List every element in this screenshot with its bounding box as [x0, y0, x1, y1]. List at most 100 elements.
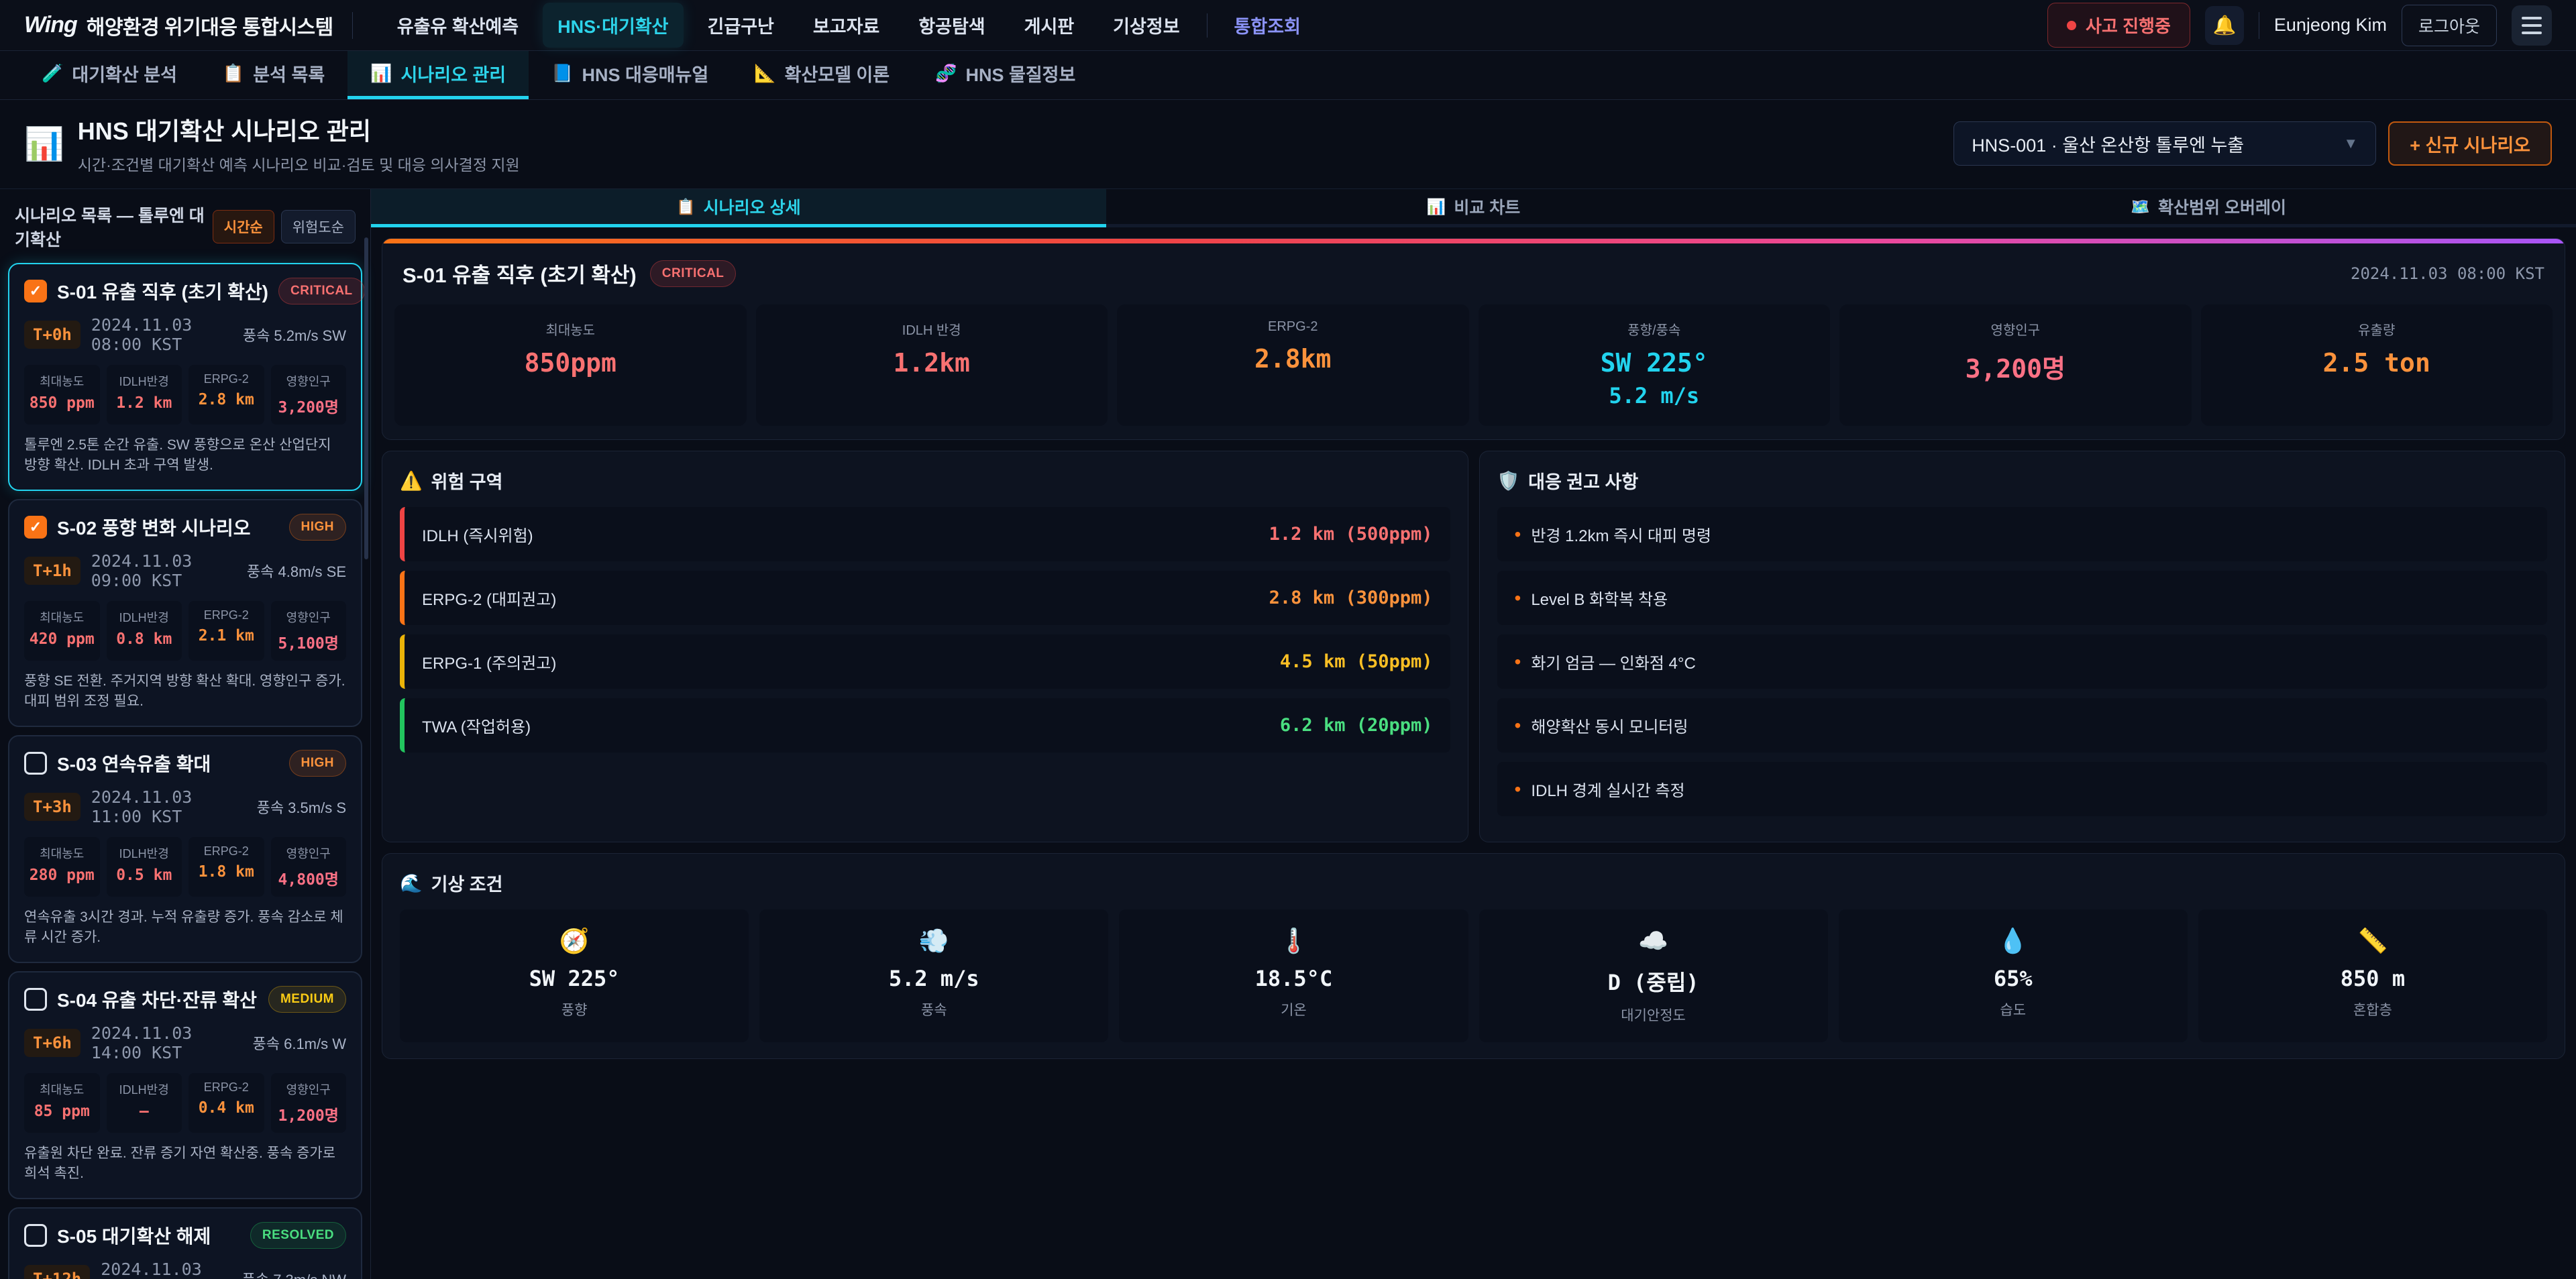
scenario-checkbox[interactable]: ✓ [24, 516, 47, 539]
scenario-detail-panel: S-01 유출 직후 (초기 확산) CRITICAL 2024.11.03 0… [382, 238, 2565, 440]
severity-badge: HIGH [289, 514, 347, 541]
logout-button[interactable]: 로그아웃 [2402, 5, 2497, 46]
timestamp: 2024.11.03 08:00 KST [91, 315, 232, 354]
mini-stat: IDLH반경– [107, 1073, 182, 1133]
compass-icon: 🧭 [405, 927, 743, 955]
tab-dispersion-analysis[interactable]: 🧪 대기확산 분석 [19, 51, 200, 99]
time-offset-badge: T+0h [24, 321, 80, 349]
incident-status-badge: 사고 진행중 [2047, 3, 2190, 48]
recommendations-panel: 🛡️ 대응 권고 사항 •반경 1.2km 즉시 대피 명령 •Level B … [1479, 451, 2566, 842]
ruler-icon: 📐 [754, 63, 775, 84]
mini-stat: ERPG-22.8 km [189, 365, 264, 425]
mini-stat: 최대농도85 ppm [24, 1073, 100, 1133]
page-chart-icon: 📊 [24, 125, 64, 163]
tab-scenario-detail[interactable]: 📋 시나리오 상세 [371, 189, 1106, 227]
risk-zones-title: 위험 구역 [431, 467, 503, 494]
nav-item-integrated-search[interactable]: 통합조회 [1220, 3, 1316, 48]
nav-item-aerial-search[interactable]: 항공탐색 [904, 3, 1000, 48]
timestamp: 2024.11.03 11:00 KST [91, 787, 246, 826]
test-tube-icon: 🧪 [42, 63, 63, 84]
tab-label: 확산범위 오버레이 [2158, 194, 2286, 219]
incident-select[interactable]: HNS-001 · 울산 온산항 톨루엔 누출 ▼ [1953, 121, 2376, 166]
scenario-card-s05[interactable]: S-05 대기확산 해제 RESOLVED T+12h 2024.11.03 2… [8, 1207, 362, 1279]
incident-select-value: HNS-001 · 울산 온산항 톨루엔 누출 [1972, 131, 2244, 157]
wind-tag: 풍속 7.3m/s NW [242, 1268, 346, 1279]
wind-icon: 💨 [765, 927, 1103, 955]
tab-dispersion-overlay[interactable]: 🗺️ 확산범위 오버레이 [1841, 189, 2576, 227]
nav-item-board[interactable]: 게시판 [1010, 3, 1089, 48]
weather-tile-wind-direction: 🧭 SW 225° 풍향 [400, 909, 749, 1042]
recommendation-item: •반경 1.2km 즉시 대피 명령 [1497, 507, 2548, 561]
timestamp: 2024.11.03 14:00 KST [91, 1023, 242, 1062]
scenario-card-s04[interactable]: S-04 유출 차단·잔류 확산 MEDIUM T+6h 2024.11.03 … [8, 971, 362, 1199]
new-scenario-button[interactable]: + 신규 시나리오 [2388, 121, 2552, 166]
wind-tag: 풍속 4.8m/s SE [247, 560, 346, 581]
tab-label: 시나리오 상세 [704, 194, 801, 219]
scenario-card-s01[interactable]: ✓ S-01 유출 직후 (초기 확산) CRITICAL T+0h 2024.… [8, 263, 362, 491]
scenario-card-s03[interactable]: S-03 연속유출 확대 HIGH T+3h 2024.11.03 11:00 … [8, 735, 362, 963]
stat-tile-wind: 풍향/풍속 SW 225° 5.2 m/s [1479, 304, 1831, 426]
ruler-icon: 📏 [2204, 927, 2542, 955]
risk-zone-row-twa: TWA (작업허용) 6.2 km (20ppm) [400, 698, 1450, 753]
brand: Wing 해양환경 위기대응 통합시스템 [24, 11, 333, 40]
weather-panel: 🌊 기상 조건 🧭 SW 225° 풍향 💨 5.2 m/s 풍속 [382, 853, 2565, 1059]
tab-comparison-chart[interactable]: 📊 비교 차트 [1106, 189, 1841, 227]
main-body: S-01 유출 직후 (초기 확산) CRITICAL 2024.11.03 0… [371, 227, 2576, 1059]
bar-chart-icon: 📊 [370, 63, 392, 84]
mini-stat: 영향인구5,100명 [271, 601, 347, 661]
nav-item-oil-spill[interactable]: 유출유 확산예측 [382, 3, 533, 48]
mini-stat: ERPG-22.1 km [189, 601, 264, 661]
nav-item-reports[interactable]: 보고자료 [798, 3, 894, 48]
detail-tabs: 📋 시나리오 상세 📊 비교 차트 🗺️ 확산범위 오버레이 [371, 189, 2576, 227]
tab-label: 대기확산 분석 [72, 60, 177, 87]
clipboard-icon: 📋 [223, 63, 244, 84]
nav-item-hns-dispersion[interactable]: HNS·대기확산 [543, 3, 683, 48]
notification-bell-button[interactable]: 🔔 [2205, 6, 2244, 45]
timestamp: 2024.11.03 09:00 KST [91, 551, 236, 590]
scenario-checkbox[interactable] [24, 752, 47, 775]
hamburger-menu-button[interactable] [2512, 5, 2552, 46]
page-title: HNS 대기확산 시나리오 관리 [78, 112, 520, 147]
tab-hns-substance-info[interactable]: 🧬 HNS 물질정보 [912, 51, 1098, 99]
sidebar-scrollbar[interactable] [364, 237, 368, 559]
mini-stat: ERPG-21.8 km [189, 837, 264, 897]
tab-scenario-management[interactable]: 📊 시나리오 관리 [347, 51, 529, 99]
severity-badge: HIGH [289, 750, 347, 777]
risk-zones-panel: ⚠️ 위험 구역 IDLH (즉시위험) 1.2 km (500ppm) ERP… [382, 451, 1468, 842]
scenario-checkbox[interactable] [24, 988, 47, 1011]
scenario-checkbox[interactable] [24, 1224, 47, 1247]
scenario-sidebar: 시나리오 목록 — 톨루엔 대기확산 시간순 위험도순 ✓ S-01 유출 직후… [0, 189, 371, 1279]
bullet-icon: • [1515, 780, 1521, 799]
nav-right: 사고 진행중 🔔 Eunjeong Kim 로그아웃 [2047, 3, 2552, 48]
scenario-title: S-03 연속유출 확대 [57, 750, 279, 777]
nav-item-rescue[interactable]: 긴급구난 [693, 3, 789, 48]
scenario-card-s02[interactable]: ✓ S-02 풍향 변화 시나리오 HIGH T+1h 2024.11.03 0… [8, 499, 362, 727]
tab-label: 분석 목록 [253, 60, 325, 87]
mini-stat: IDLH반경0.8 km [107, 601, 182, 661]
sort-by-risk-button[interactable]: 위험도순 [281, 210, 356, 243]
tab-hns-manual[interactable]: 📘 HNS 대응매뉴얼 [529, 51, 731, 99]
time-offset-badge: T+3h [24, 793, 80, 821]
nav-item-weather[interactable]: 기상정보 [1098, 3, 1194, 48]
severity-badge: MEDIUM [268, 986, 346, 1013]
sort-by-time-button[interactable]: 시간순 [213, 210, 274, 243]
scenario-checkbox[interactable]: ✓ [24, 280, 47, 302]
scenario-description: 톨루엔 2.5톤 순간 유출. SW 풍향으로 온산 산업단지 방향 확산. I… [24, 435, 346, 476]
bell-icon: 🔔 [2212, 14, 2236, 36]
main-content: 📋 시나리오 상세 📊 비교 차트 🗺️ 확산범위 오버레이 S-01 유출 직… [371, 189, 2576, 1279]
bar-chart-icon: 📊 [1427, 198, 1446, 216]
detail-timestamp: 2024.11.03 08:00 KST [2351, 264, 2544, 283]
weather-tile-wind-speed: 💨 5.2 m/s 풍속 [759, 909, 1108, 1042]
sub-tabbar: 🧪 대기확산 분석 📋 분석 목록 📊 시나리오 관리 📘 HNS 대응매뉴얼 … [0, 51, 2576, 100]
dna-icon: 🧬 [935, 63, 957, 84]
recommendation-item: •Level B 화학복 착용 [1497, 571, 2548, 625]
top-navbar: Wing 해양환경 위기대응 통합시스템 유출유 확산예측 HNS·대기확산 긴… [0, 0, 2576, 51]
tab-model-theory[interactable]: 📐 확산모델 이론 [731, 51, 912, 99]
tab-analysis-list[interactable]: 📋 분석 목록 [200, 51, 347, 99]
mini-stat: 최대농도420 ppm [24, 601, 100, 661]
wave-icon: 🌊 [400, 873, 423, 894]
stat-tile-affected-population: 영향인구 3,200명 [1839, 304, 2192, 426]
stat-tile-spill-amount: 유출량 2.5 ton [2201, 304, 2553, 426]
mini-stat: ERPG-20.4 km [189, 1073, 264, 1133]
weather-tile-temperature: 🌡️ 18.5°C 기온 [1119, 909, 1468, 1042]
